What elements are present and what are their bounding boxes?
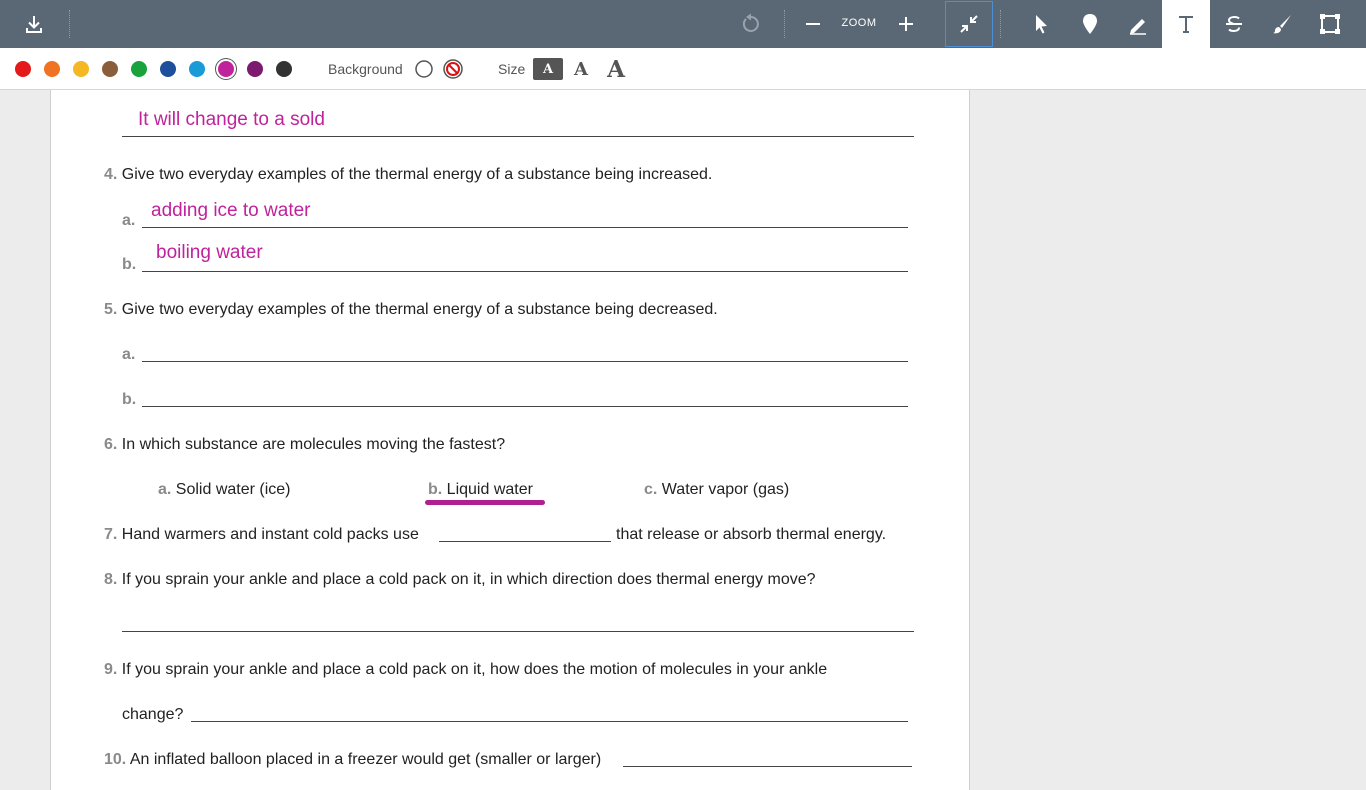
answer-line-q9[interactable] bbox=[191, 721, 908, 722]
background-label: Background bbox=[328, 61, 403, 77]
question-text-before: Hand warmers and instant cold packs use bbox=[121, 526, 419, 543]
answer-q4a-text[interactable]: adding ice to water bbox=[151, 200, 311, 222]
underline-annotation[interactable] bbox=[425, 500, 545, 505]
question-7: 7. Hand warmers and instant cold packs u… bbox=[104, 526, 419, 544]
size-small-option[interactable]: A bbox=[533, 58, 563, 80]
question-number: 6. bbox=[104, 436, 118, 453]
color-swatch-dark-blue[interactable] bbox=[160, 61, 176, 77]
size-label: Size bbox=[498, 61, 526, 77]
zoom-in-icon[interactable] bbox=[882, 0, 930, 48]
question-text: Give two everyday examples of the therma… bbox=[121, 166, 713, 183]
top-toolbar: ZOOM bbox=[0, 0, 1366, 48]
answer-blank-q10[interactable] bbox=[623, 766, 912, 767]
question-text: If you sprain your ankle and place a col… bbox=[121, 571, 816, 588]
option-b[interactable]: b. Liquid water bbox=[428, 481, 533, 499]
question-number: 10. bbox=[104, 751, 127, 768]
color-swatch-red[interactable] bbox=[15, 61, 31, 77]
annotation-format-toolbar: Background Size A A A bbox=[0, 48, 1366, 90]
background-clear-option[interactable] bbox=[443, 59, 463, 79]
question-number: 5. bbox=[104, 301, 118, 318]
answer-label-a: a. bbox=[122, 212, 136, 229]
text-icon[interactable] bbox=[1162, 0, 1210, 48]
pin-icon[interactable] bbox=[1066, 0, 1114, 48]
color-swatch-black[interactable] bbox=[276, 61, 292, 77]
option-label: b. bbox=[428, 481, 443, 498]
answer-line-q4a bbox=[142, 227, 908, 228]
question-text: In which substance are molecules moving … bbox=[121, 436, 506, 453]
color-swatch-green[interactable] bbox=[131, 61, 147, 77]
question-number: 4. bbox=[104, 166, 118, 183]
option-label: c. bbox=[644, 481, 658, 498]
brush-icon[interactable] bbox=[1258, 0, 1306, 48]
crop-icon[interactable] bbox=[1306, 0, 1354, 48]
background-none-option[interactable] bbox=[414, 59, 434, 79]
download-icon[interactable] bbox=[10, 0, 58, 48]
answer-q4b-text[interactable]: boiling water bbox=[156, 242, 263, 264]
pointer-icon[interactable] bbox=[1017, 0, 1065, 48]
toolbar-separator bbox=[1000, 10, 1001, 38]
collapse-icon[interactable] bbox=[945, 1, 993, 47]
answer-label-b: b. bbox=[122, 391, 137, 408]
option-text: Solid water (ice) bbox=[175, 481, 291, 498]
answer-line-q5b[interactable] bbox=[142, 406, 908, 407]
color-swatch-brown[interactable] bbox=[102, 61, 118, 77]
zoom-out-icon[interactable] bbox=[789, 0, 837, 48]
option-label: a. bbox=[158, 481, 172, 498]
option-text: Liquid water bbox=[446, 481, 533, 498]
question-text-after: that release or absorb thermal energy. bbox=[616, 526, 887, 543]
answer-label-a: a. bbox=[122, 346, 136, 363]
question-9-continuation: change? bbox=[122, 706, 184, 723]
toolbar-separator bbox=[69, 10, 70, 38]
question-text: Give two everyday examples of the therma… bbox=[121, 301, 718, 318]
option-text: Water vapor (gas) bbox=[661, 481, 790, 498]
toolbar-separator bbox=[784, 10, 785, 38]
option-a[interactable]: a. Solid water (ice) bbox=[158, 481, 291, 499]
clipped-question-text: ▬▬ ▬▬▬▬ ▬▬▬▬▬▬ ▬▬ ▬▬▬▬▬▬ ▬▬▬▬▬ ▬▬▬ ▬▬▬▬▬… bbox=[105, 90, 958, 94]
question-6: 6. In which substance are molecules movi… bbox=[104, 436, 505, 454]
question-number: 9. bbox=[104, 661, 118, 678]
answer-line-q8[interactable] bbox=[122, 631, 914, 632]
question-number: 8. bbox=[104, 571, 118, 588]
size-large-option[interactable]: A bbox=[603, 56, 629, 83]
question-4: 4. Give two everyday examples of the the… bbox=[104, 166, 712, 184]
pencil-icon[interactable] bbox=[1114, 0, 1162, 48]
strikethrough-icon[interactable] bbox=[1210, 0, 1258, 48]
answer-label-b: b. bbox=[122, 256, 137, 273]
zoom-label: ZOOM bbox=[841, 17, 877, 29]
option-c[interactable]: c. Water vapor (gas) bbox=[644, 481, 789, 499]
color-swatch-orange[interactable] bbox=[44, 61, 60, 77]
question-text: An inflated balloon placed in a freezer … bbox=[129, 751, 602, 768]
question-9: 9. If you sprain your ankle and place a … bbox=[104, 661, 827, 679]
color-swatch-yellow[interactable] bbox=[73, 61, 89, 77]
question-10: 10. An inflated balloon placed in a free… bbox=[104, 751, 601, 769]
question-text: If you sprain your ankle and place a col… bbox=[121, 661, 828, 678]
color-swatch-purple[interactable] bbox=[247, 61, 263, 77]
color-swatch-light-blue[interactable] bbox=[189, 61, 205, 77]
size-medium-option[interactable]: A bbox=[570, 58, 592, 80]
question-number: 7. bbox=[104, 526, 118, 543]
answer-q3-text[interactable]: It will change to a sold bbox=[138, 109, 325, 131]
question-5: 5. Give two everyday examples of the the… bbox=[104, 301, 718, 319]
answer-blank-q7[interactable] bbox=[439, 541, 611, 542]
answer-line-q3 bbox=[122, 136, 914, 137]
color-swatch-magenta[interactable] bbox=[218, 61, 234, 77]
answer-line-q5a[interactable] bbox=[142, 361, 908, 362]
undo-icon[interactable] bbox=[727, 0, 775, 48]
worksheet-page: ▬▬ ▬▬▬▬ ▬▬▬▬▬▬ ▬▬ ▬▬▬▬▬▬ ▬▬▬▬▬ ▬▬▬ ▬▬▬▬▬… bbox=[50, 90, 970, 790]
answer-line-q4b bbox=[142, 271, 908, 272]
question-8: 8. If you sprain your ankle and place a … bbox=[104, 571, 816, 589]
